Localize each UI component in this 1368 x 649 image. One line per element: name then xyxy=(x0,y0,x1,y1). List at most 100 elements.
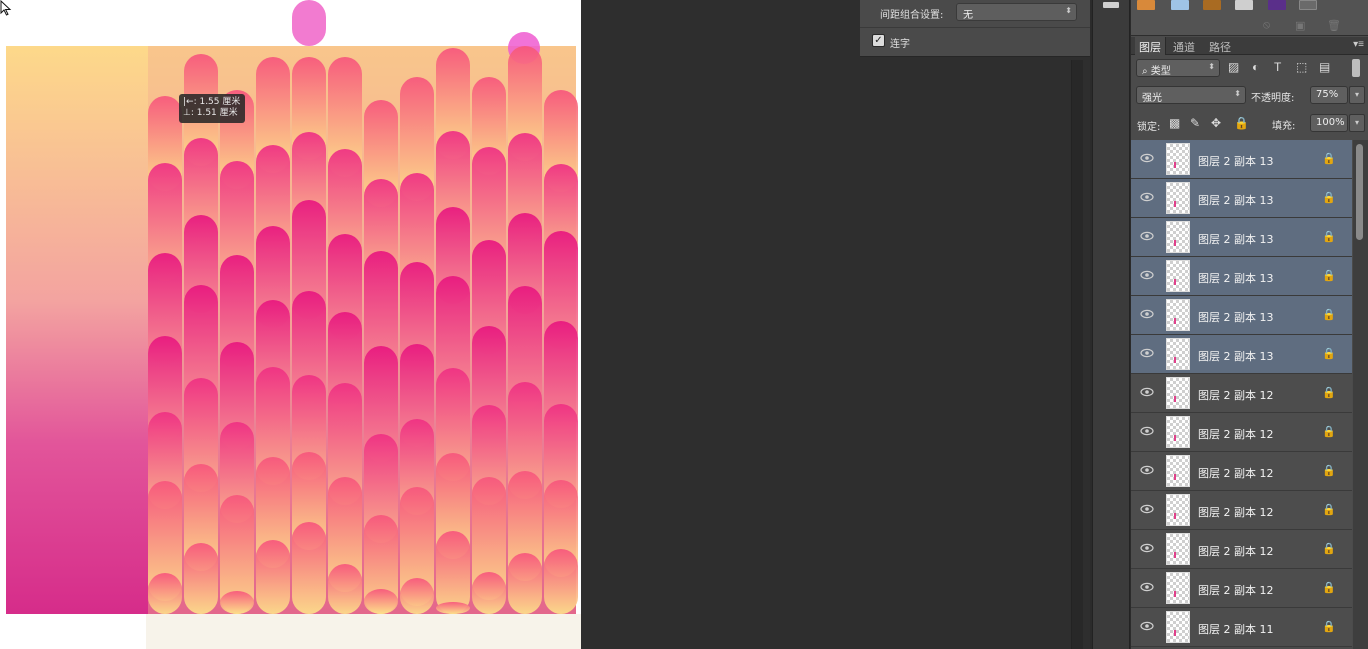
lock-all-icon[interactable]: 🔒 xyxy=(1234,116,1249,130)
layer-name[interactable]: 图层 2 副本 13 xyxy=(1198,153,1274,169)
layer-row[interactable]: 图层 2 副本 13 🔒 xyxy=(1131,140,1352,179)
scrollbar-thumb[interactable] xyxy=(1356,144,1363,240)
eye-icon[interactable] xyxy=(1140,309,1154,319)
fill-dropdown-button[interactable]: ▾ xyxy=(1349,114,1365,132)
swatch-purple-icon[interactable] xyxy=(1268,0,1286,10)
lock-icon: 🔒 xyxy=(1322,348,1336,360)
opacity-label: 不透明度: xyxy=(1251,93,1295,104)
tab-channels[interactable]: 通道 xyxy=(1169,37,1199,55)
filter-pixel-icon[interactable]: ▨ xyxy=(1228,60,1239,74)
layer-row[interactable]: 图层 2 副本 12 🔒 xyxy=(1131,413,1352,452)
swatch-orange-icon[interactable] xyxy=(1137,0,1155,10)
layer-row[interactable]: 图层 2 副本 12 🔒 xyxy=(1131,452,1352,491)
layer-name[interactable]: 图层 2 副本 11 xyxy=(1198,621,1274,637)
panel-menu-icon[interactable]: ▾≡ xyxy=(1353,39,1364,50)
eye-icon[interactable] xyxy=(1140,270,1154,280)
lock-icon: 🔒 xyxy=(1322,192,1336,204)
fill-field[interactable]: 100% xyxy=(1310,114,1348,132)
layer-name[interactable]: 图层 2 副本 12 xyxy=(1198,582,1274,598)
swatch-brown-icon[interactable] xyxy=(1203,0,1221,10)
opacity-field[interactable]: 75% xyxy=(1310,86,1348,104)
layer-row[interactable]: 图层 2 副本 13 🔒 xyxy=(1131,179,1352,218)
layer-name[interactable]: 图层 2 副本 13 xyxy=(1198,348,1274,364)
layer-row[interactable]: 图层 2 副本 13 🔒 xyxy=(1131,296,1352,335)
lock-icon: 🔒 xyxy=(1322,153,1336,165)
layer-name[interactable]: 图层 2 副本 12 xyxy=(1198,465,1274,481)
lock-icon: 🔒 xyxy=(1322,465,1336,477)
ligature-checkbox[interactable]: ✓ xyxy=(872,34,885,47)
layer-row[interactable]: 图层 2 副本 12 🔒 xyxy=(1131,374,1352,413)
layers-scrollbar[interactable] xyxy=(1353,140,1368,649)
filter-kind-select[interactable]: ⌕ 类型 ⬍ xyxy=(1136,59,1220,77)
swatch-grey-icon[interactable] xyxy=(1235,0,1253,10)
eye-icon[interactable] xyxy=(1140,504,1154,514)
artwork-pill xyxy=(364,589,398,614)
layer-row[interactable]: 图层 2 副本 13 🔒 xyxy=(1131,218,1352,257)
thumbnail-content xyxy=(1174,357,1176,363)
lock-image-brush-icon[interactable]: ✎ xyxy=(1190,116,1200,130)
layer-name[interactable]: 图层 2 副本 13 xyxy=(1198,309,1274,325)
layer-name[interactable]: 图层 2 副本 13 xyxy=(1198,192,1274,208)
workspace-scrollbar[interactable] xyxy=(1071,60,1083,649)
dock-panel-icon[interactable] xyxy=(1103,2,1119,8)
filter-type-icon[interactable]: T xyxy=(1274,60,1281,74)
filter-adjustment-icon[interactable]: ◐ xyxy=(1252,60,1259,74)
layer-thumbnail xyxy=(1166,494,1190,526)
layer-row[interactable]: 图层 2 副本 12 🔒 xyxy=(1131,569,1352,608)
layer-row[interactable]: 图层 2 副本 13 🔒 xyxy=(1131,335,1352,374)
layer-row[interactable]: 图层 2 副本 12 🔒 xyxy=(1131,491,1352,530)
layer-row[interactable]: 图层 2 副本 12 🔒 xyxy=(1131,530,1352,569)
panel-dock xyxy=(1092,0,1130,649)
layers-tabs: 图层 通道 路径 ▾≡ xyxy=(1131,37,1368,55)
filter-shape-icon[interactable]: ⬚ xyxy=(1296,60,1307,74)
layer-name[interactable]: 图层 2 副本 12 xyxy=(1198,543,1274,559)
lock-icon: 🔒 xyxy=(1322,582,1336,594)
lock-label: 锁定: xyxy=(1137,122,1161,133)
layer-name[interactable]: 图层 2 副本 12 xyxy=(1198,387,1274,403)
tab-paths[interactable]: 路径 xyxy=(1205,37,1235,55)
updown-arrow-icon: ⬍ xyxy=(1234,89,1241,98)
lock-icon: 🔒 xyxy=(1322,309,1336,321)
eye-icon[interactable] xyxy=(1140,192,1154,202)
opacity-dropdown-button[interactable]: ▾ xyxy=(1349,86,1365,104)
lock-position-move-icon[interactable]: ✥ xyxy=(1211,116,1221,130)
layer-name[interactable]: 图层 2 副本 13 xyxy=(1198,270,1274,286)
swatch-dark-icon[interactable] xyxy=(1299,0,1317,10)
artwork-pill xyxy=(292,522,326,614)
swatch-blue-icon[interactable] xyxy=(1171,0,1189,10)
eye-icon[interactable] xyxy=(1140,465,1154,475)
thumbnail-content xyxy=(1174,552,1176,558)
fill-value: 100% xyxy=(1316,117,1345,128)
eye-icon[interactable] xyxy=(1140,582,1154,592)
lock-icon: 🔒 xyxy=(1322,504,1336,516)
artwork-pill xyxy=(184,543,218,614)
layer-name[interactable]: 图层 2 副本 12 xyxy=(1198,426,1274,442)
spacing-combo-select[interactable]: 无 ⬍ xyxy=(956,3,1077,21)
trash-icon[interactable]: 🗑 xyxy=(1327,19,1341,32)
eye-icon[interactable] xyxy=(1140,153,1154,163)
artwork-pill xyxy=(220,591,254,614)
layer-name[interactable]: 图层 2 副本 13 xyxy=(1198,231,1274,247)
eye-icon[interactable] xyxy=(1140,348,1154,358)
eye-icon[interactable] xyxy=(1140,387,1154,397)
lock-transparent-icon[interactable]: ▩ xyxy=(1169,116,1180,130)
filter-smartobject-icon[interactable]: ▤ xyxy=(1319,60,1330,74)
tab-layers[interactable]: 图层 xyxy=(1135,37,1166,55)
layer-row[interactable]: 图层 2 副本 11 🔒 xyxy=(1131,608,1352,647)
tooltip-horizontal: |←: 1.55 厘米 xyxy=(183,97,241,107)
layer-name[interactable]: 图层 2 副本 12 xyxy=(1198,504,1274,520)
layer-thumbnail xyxy=(1166,338,1190,370)
eye-icon[interactable] xyxy=(1140,543,1154,553)
layer-row[interactable]: 图层 2 副本 13 🔒 xyxy=(1131,257,1352,296)
thumbnail-content xyxy=(1174,396,1176,402)
artwork-pill xyxy=(436,602,470,614)
eye-icon[interactable] xyxy=(1140,231,1154,241)
filter-toggle[interactable] xyxy=(1352,59,1360,77)
layer-thumbnail xyxy=(1166,416,1190,448)
no-entry-icon[interactable]: ⦸ xyxy=(1263,19,1270,32)
eye-icon[interactable] xyxy=(1140,621,1154,631)
eye-icon[interactable] xyxy=(1140,426,1154,436)
blend-mode-select[interactable]: 强光 ⬍ xyxy=(1136,86,1246,104)
document-canvas[interactable]: |←: 1.55 厘米 ⊥: 1.51 厘米 xyxy=(0,0,581,649)
new-item-icon[interactable]: ▣ xyxy=(1295,19,1305,32)
